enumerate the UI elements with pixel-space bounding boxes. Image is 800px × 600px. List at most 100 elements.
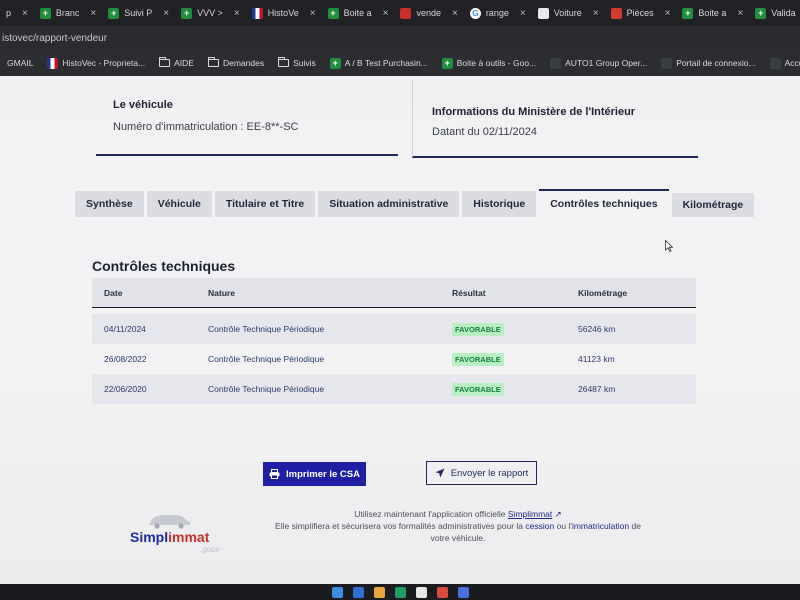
page-content: Le véhicule Numéro d'immatriculation : E… <box>0 76 800 584</box>
bookmark-label: Portail de connexio... <box>676 58 756 68</box>
external-link-icon: ↗ <box>554 509 562 519</box>
bookmark-item[interactable]: AIDE <box>152 57 201 68</box>
browser-tab[interactable]: Suivi P × <box>102 0 175 26</box>
simplimmat-logo: Simplimmat .gouv <box>128 513 228 555</box>
browser-tab-label: HistoVe <box>267 8 299 18</box>
bookmark-label: Accueil - Workday <box>784 58 800 68</box>
bookmark-item[interactable]: A / B Test Purchasin... <box>323 57 435 69</box>
bookmark-item[interactable]: Accueil - Workday <box>763 57 800 69</box>
site-icon <box>550 57 562 69</box>
bookmark-item[interactable]: AUTO1 Group Oper... <box>543 57 654 69</box>
footer-ou: ou l' <box>556 521 572 531</box>
close-icon[interactable]: × <box>383 8 389 19</box>
bookmark-label: HistoVec - Proprieta... <box>62 58 146 68</box>
browser-tab-label: Pièces <box>626 8 654 18</box>
status-badge: FAVORABLE <box>452 352 504 366</box>
tab-favicon-icon <box>327 7 339 19</box>
bookmark-label: AUTO1 Group Oper... <box>565 58 648 68</box>
browser-tab[interactable]: Branc × <box>34 0 102 26</box>
tab-synthese[interactable]: Synthèse <box>75 191 144 217</box>
tab-favicon-icon <box>400 7 412 19</box>
tab-favicon-icon <box>682 7 694 19</box>
browser-tab[interactable]: Pièces × <box>605 0 677 26</box>
browser-tab-label: Boite a <box>698 8 727 18</box>
bookmark-item[interactable]: Suivis <box>271 57 323 68</box>
ministry-card: Informations du Ministère de l'Intérieur… <box>412 80 698 158</box>
tab-titulaire[interactable]: Titulaire et Titre <box>214 191 316 217</box>
tab-favicon-icon <box>610 7 622 19</box>
browser-tab-label: Branc <box>55 8 80 18</box>
close-icon[interactable]: × <box>163 8 169 19</box>
browser-tab[interactable]: Valida× <box>749 0 800 26</box>
tab-historique[interactable]: Historique <box>462 191 537 217</box>
browser-tab-label: VVV > <box>197 8 223 18</box>
taskbar-app-icon[interactable] <box>373 586 385 598</box>
footer-de: de <box>631 521 641 531</box>
browser-tab[interactable]: VVV > × <box>175 0 246 26</box>
browser-tab-label: p <box>6 8 12 18</box>
bookmark-item[interactable]: Boite à outils - Goo... <box>435 57 543 69</box>
bookmark-label: A / B Test Purchasin... <box>344 58 428 68</box>
close-icon[interactable]: × <box>737 8 743 19</box>
footer-cession: cession <box>525 521 555 531</box>
close-icon[interactable]: × <box>520 8 526 19</box>
browser-tab[interactable]: Boite a × <box>676 0 749 26</box>
tab-favicon-icon <box>39 7 51 19</box>
close-icon[interactable]: × <box>234 8 240 19</box>
bookmark-item[interactable]: Demandes <box>201 57 271 68</box>
close-icon[interactable]: × <box>665 8 671 19</box>
tab-favicon-icon <box>108 7 120 19</box>
close-icon[interactable]: × <box>593 8 599 19</box>
os-taskbar <box>0 584 800 600</box>
send-report-button[interactable]: Envoyer le rapport <box>426 461 537 485</box>
browser-tab[interactable]: range × <box>464 0 532 26</box>
printer-icon <box>269 469 280 479</box>
controls-table: Date Nature Résultat Kilométrage 04/11/2… <box>92 278 696 404</box>
bookmark-item[interactable]: Portail de connexio... <box>654 57 762 69</box>
close-icon[interactable]: × <box>22 8 28 19</box>
close-icon[interactable]: × <box>310 8 316 19</box>
registration-number: Numéro d'immatriculation : EE-8**-SC <box>113 121 299 133</box>
tab-controles-techniques[interactable]: Contrôles techniques <box>539 189 669 217</box>
row-date: 04/11/2024 <box>104 324 146 334</box>
bookmark-item[interactable]: GMAIL <box>0 58 40 68</box>
browser-tab[interactable]: p × <box>0 0 34 26</box>
tab-situation-administrative[interactable]: Situation administrative <box>318 191 460 217</box>
start-icon[interactable] <box>331 586 343 598</box>
col-result: Résultat <box>452 287 486 298</box>
taskbar-app-icon[interactable] <box>436 586 448 598</box>
send-report-label: Envoyer le rapport <box>450 467 529 479</box>
taskbar-app-icon[interactable] <box>394 586 406 598</box>
taskbar-app-icon[interactable] <box>352 586 364 598</box>
row-date: 22/06/2020 <box>104 384 147 394</box>
row-nature: Contrôle Technique Périodique <box>208 384 325 394</box>
browser-tab[interactable]: HistoVe × <box>246 0 322 26</box>
browser-tab[interactable]: Voiture × <box>532 0 605 26</box>
browser-tab[interactable]: vende × <box>394 0 463 26</box>
bookmark-item[interactable]: HistoVec - Proprieta... <box>40 57 152 69</box>
footer-line2: Elle simplifiera et sécurisera vos forma… <box>275 521 524 531</box>
row-nature: Contrôle Technique Périodique <box>208 324 325 334</box>
taskbar-app-icon[interactable] <box>415 586 427 598</box>
taskbar-app-icon[interactable] <box>457 586 469 598</box>
print-csa-button[interactable]: Imprimer le CSA <box>263 462 366 486</box>
logo-word-main: Simpl <box>130 529 169 545</box>
browser-tab[interactable]: Boite a × <box>322 0 395 26</box>
bookmark-label: AIDE <box>174 58 194 68</box>
address-bar[interactable]: istovec/rapport-vendeur <box>0 26 800 50</box>
address-url[interactable]: istovec/rapport-vendeur <box>2 33 107 44</box>
browser-tab-strip: p×Branc×Suivi P×VVV >×HistoVe×Boite a×ve… <box>0 0 800 26</box>
close-icon[interactable]: × <box>452 8 458 19</box>
table-row: 04/11/2024 Contrôle Technique Périodique… <box>92 314 696 344</box>
tab-vehicule[interactable]: Véhicule <box>146 191 212 217</box>
bookmark-label: Boite à outils - Goo... <box>456 58 537 68</box>
tab-favicon-icon <box>537 7 549 19</box>
close-icon[interactable]: × <box>90 8 96 19</box>
tab-kilometrage[interactable]: Kilométrage <box>671 193 755 217</box>
browser-tab-label: Boite a <box>343 8 372 18</box>
simplimmat-link[interactable]: Simplimmat <box>508 509 552 519</box>
browser-tab-label: range <box>485 8 509 18</box>
table-header: Date Nature Résultat Kilométrage <box>92 278 696 308</box>
status-badge: FAVORABLE <box>452 382 504 396</box>
sheets-icon <box>441 57 453 69</box>
